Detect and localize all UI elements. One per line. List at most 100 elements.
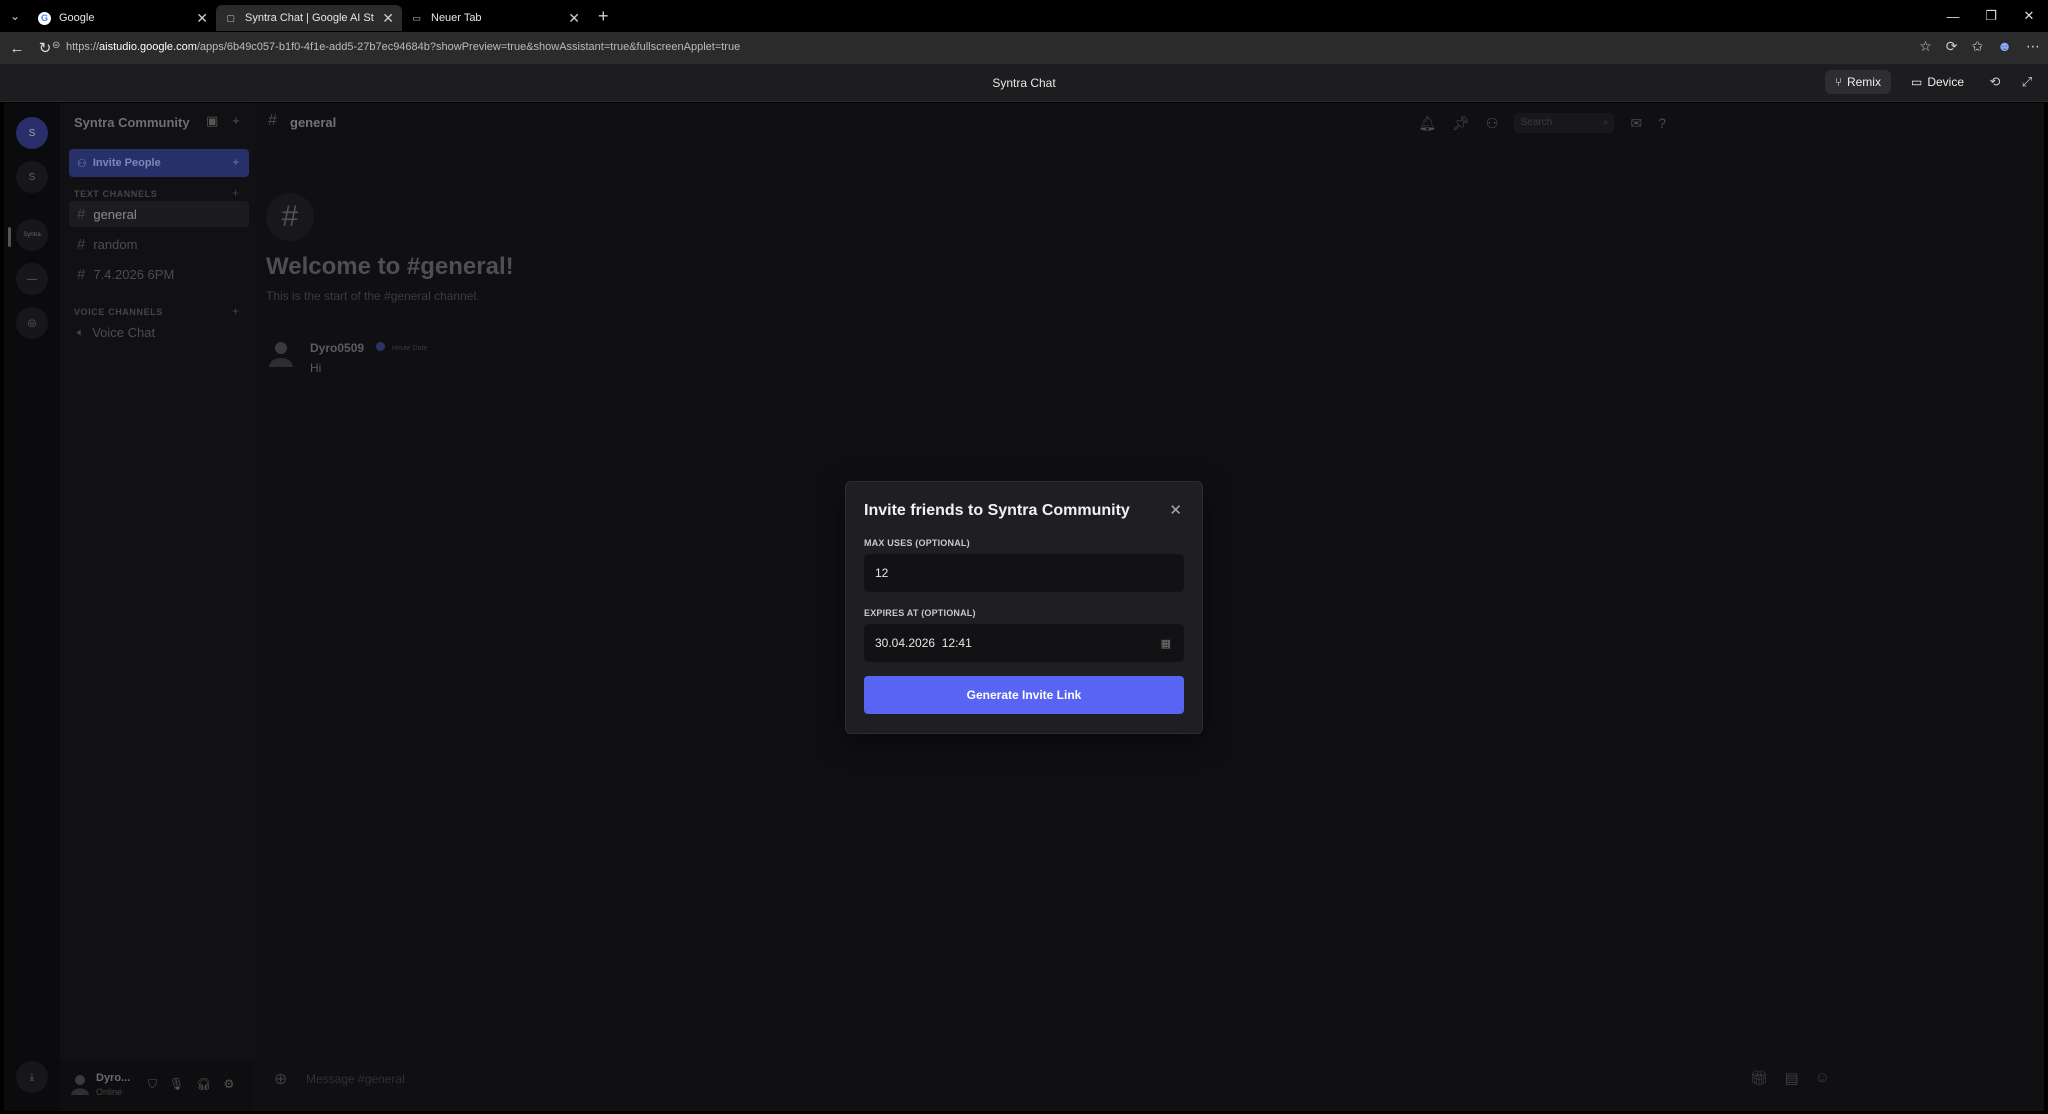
channel-header: # general 🔔︎ 📌︎ ⚇ Search ⌕ ✉ ? xyxy=(254,103,2044,143)
add-server-icon[interactable]: — xyxy=(16,263,48,295)
invite-people-button[interactable]: ⚇ Invite People + xyxy=(69,149,249,177)
google-favicon-icon: G xyxy=(38,11,51,25)
invite-plus-icon: + xyxy=(232,157,239,169)
generate-invite-link-button[interactable]: Generate Invite Link xyxy=(864,676,1184,714)
url-field[interactable]: https://aistudio.google.com/apps/6b49c05… xyxy=(66,41,740,53)
device-button[interactable]: ▭ Device xyxy=(1901,70,1974,94)
text-channels-category[interactable]: TEXT CHANNELS xyxy=(74,189,157,199)
tab-title: Neuer Tab xyxy=(431,12,482,24)
max-uses-value: 12 xyxy=(875,566,889,580)
restore-icon[interactable]: ❐ xyxy=(1972,0,2010,32)
shield-icon[interactable]: ⛉ xyxy=(148,1077,157,1092)
minimize-icon[interactable]: — xyxy=(1934,0,1972,32)
message-input[interactable]: Message #general xyxy=(306,1072,405,1086)
members-icon[interactable]: ⚇ xyxy=(1486,115,1499,132)
site-info-icon[interactable]: ⊜ xyxy=(52,40,60,51)
browser-tab-google[interactable]: G Google ✕ xyxy=(30,5,216,31)
expires-at-input[interactable]: 30.04.2026 12:41 ▦ xyxy=(864,624,1184,662)
voice-channels-category[interactable]: VOICE CHANNELS xyxy=(74,307,163,317)
channel-title: general xyxy=(290,115,337,130)
composer-tools: 🎁︎ ▤ ☺ xyxy=(1749,1069,1830,1087)
expires-at-value: 30.04.2026 12:41 xyxy=(875,636,972,650)
search-placeholder: Search xyxy=(1520,117,1553,128)
create-channel-icon[interactable]: + xyxy=(232,113,240,129)
favorites-icon[interactable]: ✩ xyxy=(1972,38,1984,55)
help-icon[interactable]: ? xyxy=(1658,115,1666,131)
message-avatar[interactable] xyxy=(268,339,294,367)
extensions-icon[interactable]: ⟳ xyxy=(1946,38,1958,55)
server-tools: ▣ + xyxy=(206,113,240,129)
max-uses-input[interactable]: 12 xyxy=(864,554,1184,592)
add-user-icon: ⚇ xyxy=(77,157,87,170)
download-app-icon[interactable]: ⤓ xyxy=(16,1061,48,1093)
verified-badge-icon xyxy=(376,342,385,351)
user-tools: ⛉ 🎙︎ 🎧︎ ⚙ xyxy=(148,1077,234,1092)
browser-tab-bar: ⌄ G Google ✕ ▢ Syntra Chat | Google AI S… xyxy=(0,0,2048,32)
max-uses-label: MAX USES (OPTIONAL) xyxy=(864,538,970,548)
studio-actions: ⑂ Remix ▭ Device ⟲ ⤢ xyxy=(1824,70,2038,94)
expires-at-label: EXPIRES AT (OPTIONAL) xyxy=(864,608,976,618)
url-host: aistudio.google.com xyxy=(99,41,197,53)
close-tab-icon[interactable]: ✕ xyxy=(382,10,394,27)
explore-servers-icon[interactable]: ◎ xyxy=(16,307,48,339)
server-icon-home[interactable]: S xyxy=(16,117,48,149)
bookmark-star-icon[interactable]: ☆ xyxy=(1919,38,1932,55)
profile-avatar-icon[interactable]: ☻ xyxy=(1997,38,2012,55)
close-tab-icon[interactable]: ✕ xyxy=(568,10,580,27)
new-tab-favicon-icon: ▭ xyxy=(412,12,421,23)
message-timestamp: Heute Date xyxy=(392,345,428,352)
server-name[interactable]: Syntra Community xyxy=(74,115,190,130)
remix-button[interactable]: ⑂ Remix xyxy=(1824,70,1891,94)
new-tab-plus-icon[interactable]: + xyxy=(598,6,609,27)
invite-label: Invite People xyxy=(92,157,161,169)
channel-item-general[interactable]: # general xyxy=(69,201,249,227)
back-arrow-icon[interactable]: ← xyxy=(6,40,28,57)
server-settings-icon[interactable]: ▣ xyxy=(206,113,218,129)
browser-tab-syntra[interactable]: ▢ Syntra Chat | Google AI Studio ✕ xyxy=(216,5,402,31)
url-path: /apps/6b49c057-b1f0-4f1e-add5-27b7ec9468… xyxy=(196,41,741,53)
add-text-channel-icon[interactable]: + xyxy=(232,186,239,200)
user-avatar[interactable] xyxy=(70,1073,90,1095)
server-icon[interactable]: S xyxy=(16,161,48,193)
hash-icon: # xyxy=(77,265,86,283)
pin-icon[interactable]: 📌︎ xyxy=(1452,115,1470,132)
close-icon[interactable]: ✕ xyxy=(1169,501,1182,519)
calendar-icon[interactable]: ▦ xyxy=(1161,637,1171,650)
microphone-icon[interactable]: 🎙︎ xyxy=(169,1077,184,1092)
search-input[interactable]: Search ⌕ xyxy=(1514,113,1615,133)
refresh-preview-icon[interactable]: ⟲ xyxy=(1984,74,2006,90)
channel-item-voice-chat[interactable]: 🔈︎ Voice Chat xyxy=(69,319,249,345)
window-controls: — ❐ ✕ xyxy=(1934,0,2048,32)
attach-plus-icon[interactable]: ⊕ xyxy=(274,1069,287,1089)
invite-modal: Invite friends to Syntra Community ✕ MAX… xyxy=(845,481,1203,734)
message-composer: ⊕ Message #general 🎁︎ ▤ ☺ xyxy=(264,1061,1844,1097)
emoji-icon[interactable]: ☺ xyxy=(1815,1069,1830,1087)
studio-header: Syntra Chat ⑂ Remix ▭ Device ⟲ ⤢ xyxy=(0,64,2048,102)
sticker-icon[interactable]: ▤ xyxy=(1784,1069,1798,1087)
notification-bell-icon[interactable]: 🔔︎ xyxy=(1418,115,1436,132)
user-settings-gear-icon[interactable]: ⚙ xyxy=(223,1077,234,1092)
add-voice-channel-icon[interactable]: + xyxy=(232,304,239,318)
server-icon-syntra[interactable]: Syntra xyxy=(16,219,48,251)
browser-tab-new[interactable]: ▭ Neuer Tab ✕ xyxy=(402,5,588,31)
search-icon: ⌕ xyxy=(1602,117,1609,128)
more-menu-icon[interactable]: ⋯ xyxy=(2026,38,2040,55)
channel-item-random[interactable]: # random xyxy=(69,231,249,257)
speaker-icon: 🔈︎ xyxy=(77,324,85,339)
tab-title: Google xyxy=(59,12,95,24)
user-status: Online xyxy=(96,1087,123,1097)
inbox-icon[interactable]: ✉ xyxy=(1630,115,1642,132)
device-label: Device xyxy=(1927,75,1964,89)
fullscreen-icon[interactable]: ⤢ xyxy=(2016,74,2038,90)
close-tab-icon[interactable]: ✕ xyxy=(196,10,208,27)
gift-icon[interactable]: 🎁︎ xyxy=(1749,1069,1768,1087)
remix-icon: ⑂ xyxy=(1834,75,1842,89)
hash-icon: # xyxy=(77,235,86,253)
headphones-icon[interactable]: 🎧︎ xyxy=(196,1077,211,1092)
message-author[interactable]: Dyro0509 xyxy=(310,341,364,355)
browser-toolbar-right: ☆ ⟳ ✩ ☻ ⋯ xyxy=(1919,38,2040,55)
close-window-icon[interactable]: ✕ xyxy=(2010,0,2048,32)
channel-item-event[interactable]: # 7.4.2026 6PM xyxy=(69,261,249,287)
tab-search-chevron-icon[interactable]: ⌄ xyxy=(0,0,30,32)
header-tools: 🔔︎ 📌︎ ⚇ Search ⌕ ✉ ? xyxy=(1418,113,1666,133)
